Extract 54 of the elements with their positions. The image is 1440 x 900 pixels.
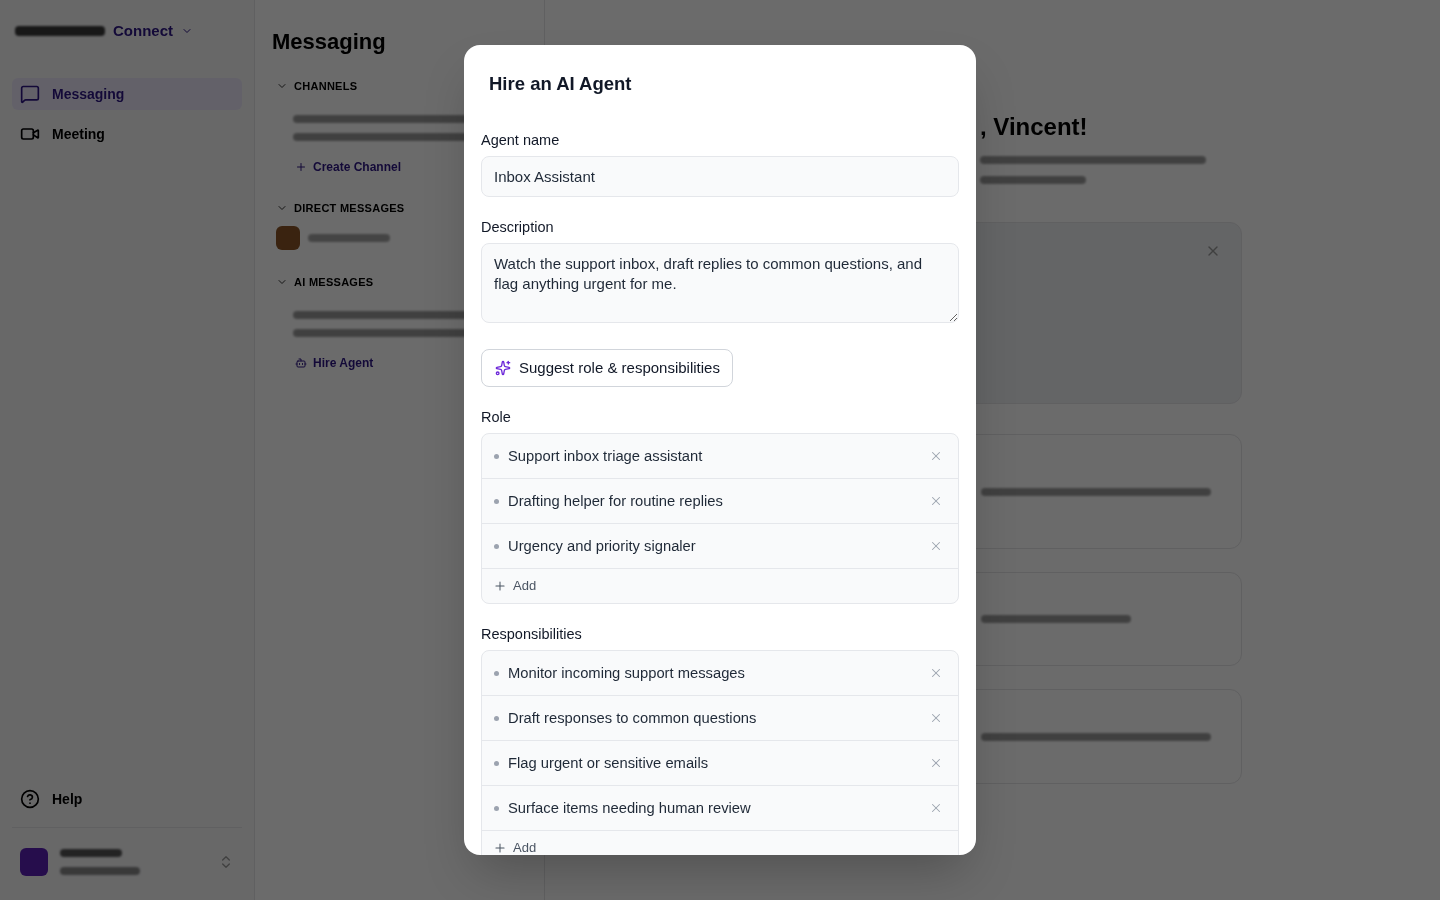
list-label: Responsibilities	[481, 625, 583, 643]
bullet-icon	[494, 453, 499, 459]
close-icon	[929, 666, 943, 680]
remove-button[interactable]	[929, 449, 943, 463]
help-link[interactable]: Help	[52, 788, 83, 810]
close-icon	[929, 539, 943, 553]
help-icon	[20, 789, 40, 809]
close-icon	[929, 801, 943, 815]
remove-button[interactable]	[929, 539, 943, 553]
add-item-button[interactable]: Add	[482, 831, 958, 855]
close-icon	[929, 711, 943, 725]
field-label: Agent name	[481, 131, 561, 149]
list-item-text[interactable]: Urgency and priority signaler	[508, 534, 929, 558]
bullet-icon	[494, 670, 499, 676]
field-label: Description	[481, 218, 555, 236]
plus-icon	[493, 841, 507, 855]
section-heading[interactable]: CHANNELS	[294, 77, 358, 95]
sparkles-icon	[495, 360, 511, 376]
agent-name-input[interactable]: Inbox Assistant	[481, 156, 959, 197]
remove-button[interactable]	[929, 711, 943, 725]
list-label: Role	[481, 408, 512, 426]
panel-title: Messaging	[272, 28, 387, 56]
nav-item[interactable]: Meeting	[12, 118, 242, 150]
section-heading[interactable]: DIRECT MESSAGES	[294, 199, 405, 217]
bullet-icon	[494, 543, 499, 549]
remove-button[interactable]	[929, 756, 943, 770]
add-item-button[interactable]: Add	[482, 569, 958, 603]
bullet-icon	[494, 498, 499, 504]
list-item-text[interactable]: Surface items needing human review	[508, 796, 929, 820]
list-item-text[interactable]: Support inbox triage assistant	[508, 444, 929, 468]
suggest-button[interactable]: Suggest role & responsibilities	[481, 349, 733, 387]
list-item-text[interactable]: Monitor incoming support messages	[508, 661, 929, 685]
remove-button[interactable]	[929, 666, 943, 680]
plus-icon	[493, 579, 507, 593]
list-item-text[interactable]: Drafting helper for routine replies	[508, 489, 929, 513]
remove-button[interactable]	[929, 801, 943, 815]
close-icon	[929, 756, 943, 770]
close-icon	[929, 494, 943, 508]
user-avatar	[20, 848, 48, 876]
description-textarea[interactable]: Watch the support inbox, draft replies to common questions, and flag anything urgent for me.	[481, 243, 959, 323]
list-item-text[interactable]: Draft responses to common questions	[508, 706, 929, 730]
bullet-icon	[494, 805, 499, 811]
bullet-icon	[494, 715, 499, 721]
dialog-title: Hire an AI Agent	[488, 72, 633, 95]
list-item-text[interactable]: Flag urgent or sensitive emails	[508, 751, 929, 775]
greeting-heading: , Vincent!	[980, 112, 1089, 142]
close-icon	[929, 449, 943, 463]
section-heading[interactable]: AI MESSAGES	[294, 273, 374, 291]
robot-icon	[295, 357, 307, 369]
plus-icon	[295, 161, 307, 173]
contact-avatar	[276, 226, 300, 250]
remove-button[interactable]	[929, 494, 943, 508]
bullet-icon	[494, 760, 499, 766]
chat-bubble-icon	[20, 84, 40, 104]
